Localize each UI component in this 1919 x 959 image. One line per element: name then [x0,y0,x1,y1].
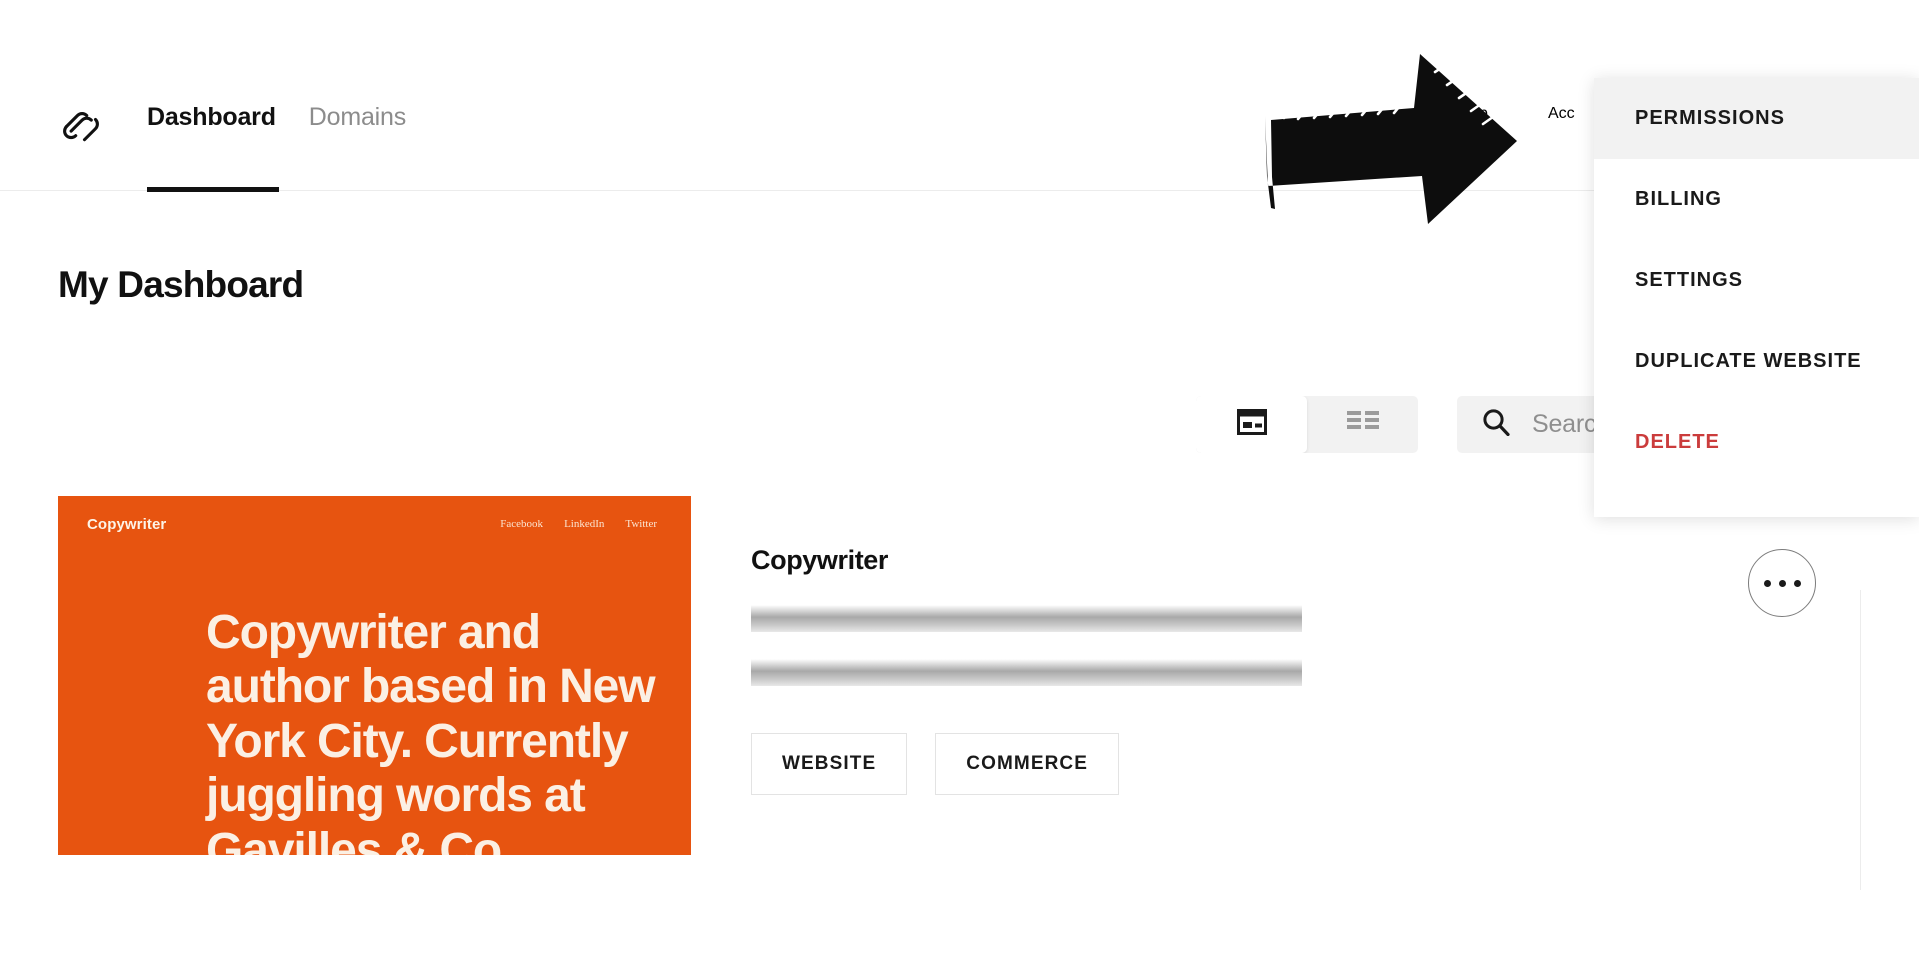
nav-tab-domains[interactable]: Domains [309,103,406,132]
nav-tab-dashboard[interactable]: Dashboard [147,103,276,132]
site-more-options-button[interactable] [1748,549,1816,617]
dropdown-item-duplicate-website[interactable]: DUPLICATE WEBSITE [1594,321,1919,402]
grid-view-button[interactable] [1196,396,1307,453]
site-options-dropdown-menu: PERMISSIONS BILLING SETTINGS DUPLICATE W… [1594,78,1919,517]
search-icon [1482,408,1510,441]
thumbnail-link-facebook: Facebook [500,518,544,530]
site-name: Copywriter [751,545,889,575]
nav-link-help[interactable]: Help [1455,105,1488,123]
skeleton-placeholder-line [751,659,1302,686]
skeleton-placeholder-line [751,605,1302,632]
row-divider [1860,590,1861,890]
squarespace-logo-icon[interactable] [58,100,104,146]
dropdown-item-permissions[interactable]: PERMISSIONS [1594,78,1919,159]
thumbnail-headline: Copywriter and author based in New York … [206,606,656,855]
site-thumbnail[interactable]: Copywriter Facebook LinkedIn Twitter Cop… [58,496,691,855]
site-capability-tags: WEBSITE COMMERCE [751,733,1120,795]
thumbnail-link-twitter: Twitter [625,518,657,530]
tag-commerce[interactable]: COMMERCE [935,733,1120,795]
thumbnail-site-logo: Copywriter [87,515,167,533]
thumbnail-link-linkedin: LinkedIn [564,518,605,530]
ellipsis-icon [1763,579,1801,587]
thumbnail-header-bar: Copywriter Facebook LinkedIn Twitter [58,496,691,552]
primary-nav-tabs: Dashboard Domains [147,103,406,132]
thumbnail-nav-links: Facebook LinkedIn Twitter [500,518,657,530]
dropdown-item-settings[interactable]: SETTINGS [1594,240,1919,321]
view-mode-toggle [1196,396,1418,453]
dropdown-item-billing[interactable]: BILLING [1594,159,1919,240]
page-title: My Dashboard [58,264,304,305]
dropdown-item-delete[interactable]: DELETE [1594,402,1919,483]
list-view-button[interactable] [1307,396,1418,453]
active-tab-underline [147,187,279,192]
tag-website[interactable]: WEBSITE [751,733,908,795]
list-view-icon [1346,409,1379,440]
search-placeholder-text: Searc [1532,410,1597,438]
grid-view-icon [1236,409,1267,440]
nav-link-account[interactable]: Acc [1548,105,1575,123]
